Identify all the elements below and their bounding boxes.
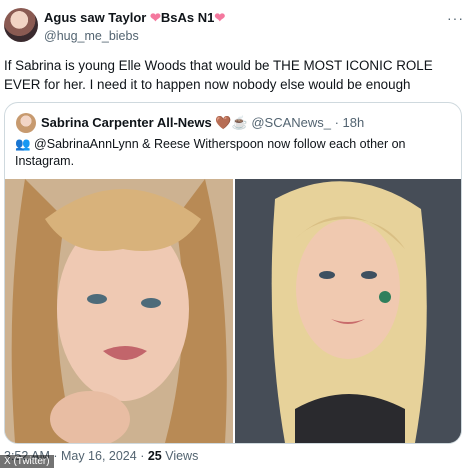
quoted-author-line: Sabrina Carpenter All-News 🤎☕ @SCANews_ … — [41, 115, 364, 131]
author-handle[interactable]: @hug_me_biebs — [44, 29, 139, 43]
heart-icon: ❤ — [214, 10, 226, 25]
author-name[interactable]: Agus saw Taylor ❤BsAs N1❤ — [44, 10, 225, 26]
views-count: 25 — [147, 449, 162, 463]
views-label: Views — [161, 449, 199, 463]
more-options-icon[interactable]: ··· — [447, 10, 464, 26]
heart-icon: ❤ — [149, 10, 161, 25]
author-avatar[interactable] — [4, 8, 38, 42]
quoted-author-avatar[interactable] — [16, 113, 36, 133]
portrait-left-graphic — [5, 179, 233, 443]
quoted-author-name[interactable]: Sabrina Carpenter All-News — [41, 115, 212, 130]
photo-left[interactable] — [5, 179, 233, 443]
quoted-text: 👥 @SabrinaAnnLynn & Reese Witherspoon no… — [15, 137, 406, 168]
portrait-right-graphic — [235, 179, 461, 443]
quoted-tweet[interactable]: Sabrina Carpenter All-News 🤎☕ @SCANews_ … — [4, 102, 462, 444]
tweet: Agus saw Taylor ❤BsAs N1❤ @hug_me_biebs … — [0, 0, 474, 470]
photo-right[interactable] — [235, 179, 461, 443]
tweet-text: If Sabrina is young Elle Woods that woul… — [4, 58, 433, 92]
image-credit: X (Twitter) — [0, 455, 54, 468]
quoted-meta: @SCANews_ · 18h — [247, 115, 365, 130]
emoji-icons: 🤎☕ — [215, 115, 248, 130]
